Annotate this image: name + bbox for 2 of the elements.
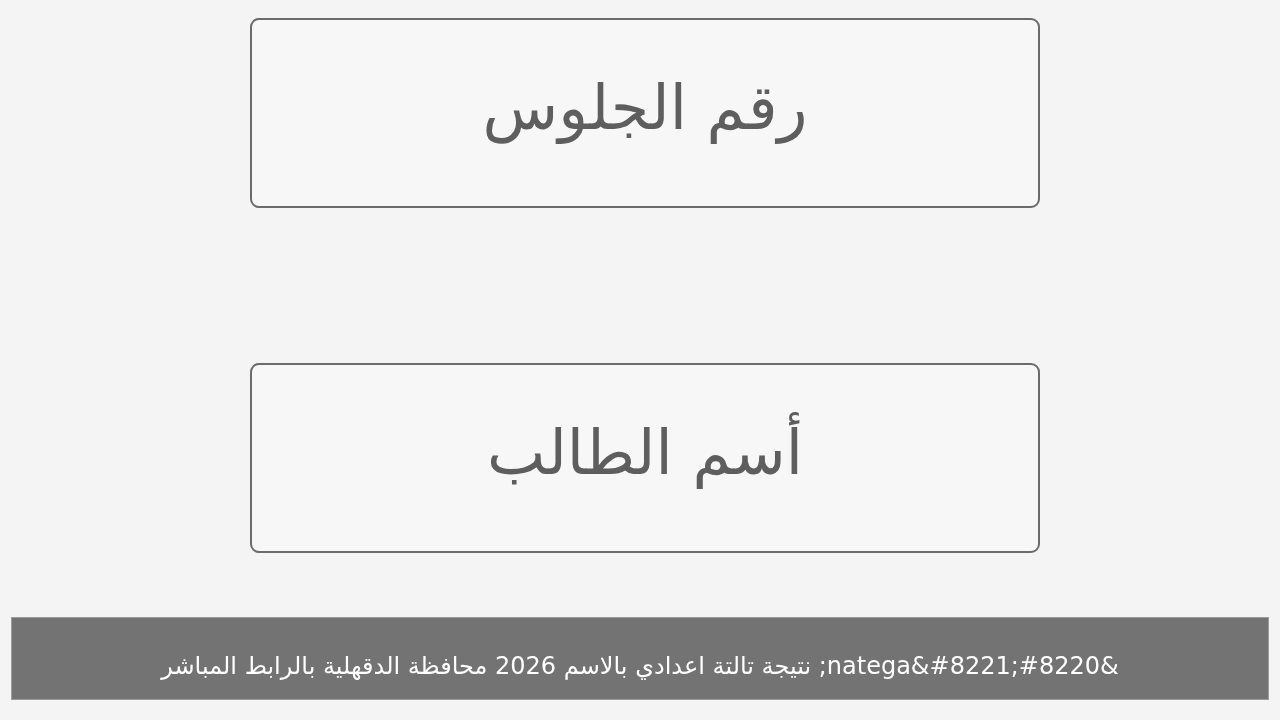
caption-text: &#8220;natega&#8221; نتيجة تالتة اعدادي بالاسم 2026 محافظة الدقهلية بالرابط المباشر: [161, 651, 1119, 680]
field-label: رقم الجلوس: [482, 70, 808, 146]
